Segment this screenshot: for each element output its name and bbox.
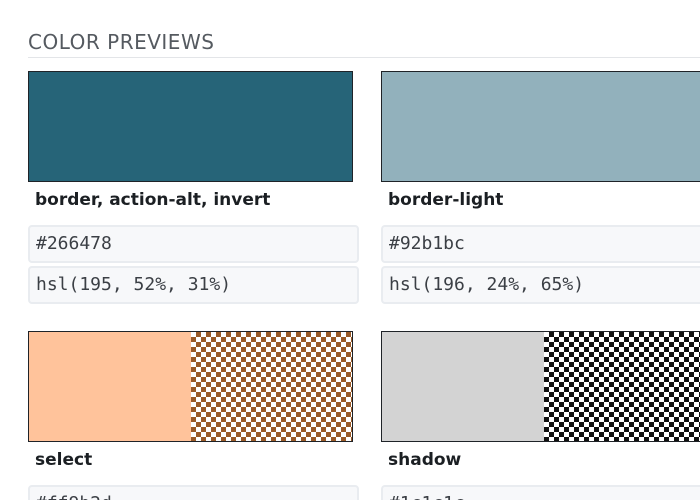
color-swatch (381, 71, 700, 182)
swatch-fill (29, 332, 191, 441)
color-name: border-light (388, 190, 504, 210)
hex-value-field[interactable]: #266478 (28, 225, 359, 263)
color-swatch (28, 71, 353, 182)
hex-value-field[interactable]: #1c1c1c (381, 485, 700, 500)
hsl-value-field[interactable]: hsl(196, 24%, 65%) (381, 266, 700, 304)
color-swatch (381, 331, 700, 442)
hex-value-field[interactable]: #92b1bc (381, 225, 700, 263)
swatch-fill (382, 332, 544, 441)
color-swatch (28, 331, 353, 442)
hsl-value-field[interactable]: hsl(195, 52%, 31%) (28, 266, 359, 304)
section-divider (28, 57, 700, 58)
hex-value-field[interactable]: #ff9b2d (28, 485, 359, 500)
swatch-fill (382, 72, 700, 181)
section-title: COLOR PREVIEWS (28, 30, 215, 54)
color-name: select (35, 450, 93, 470)
color-name: shadow (388, 450, 462, 470)
color-previews-page: COLOR PREVIEWS border, action-alt, inver… (0, 0, 700, 500)
transparency-checker (543, 332, 700, 441)
transparency-checker (190, 332, 352, 441)
color-name: border, action-alt, invert (35, 190, 271, 210)
swatch-fill (29, 72, 352, 181)
